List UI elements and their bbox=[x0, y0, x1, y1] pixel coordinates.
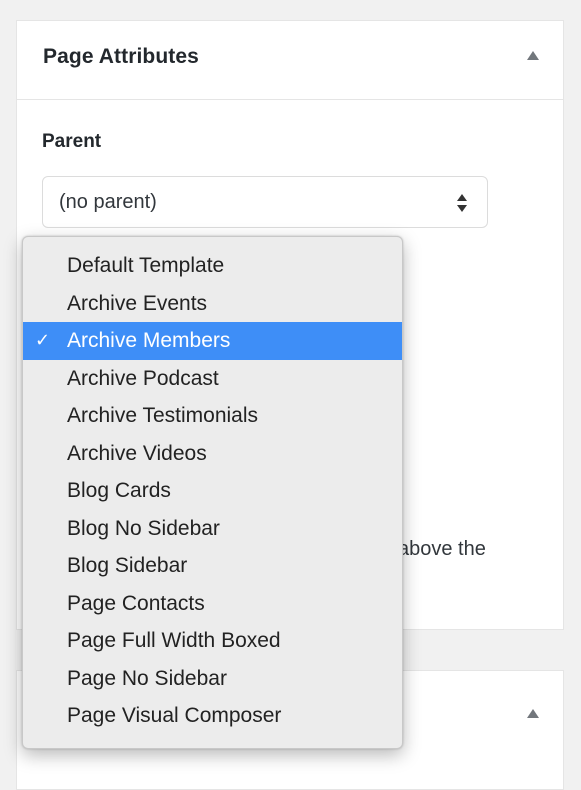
dropdown-option[interactable]: Blog Sidebar bbox=[23, 547, 402, 585]
up-down-chevron-icon bbox=[457, 194, 467, 212]
parent-select[interactable]: (no parent) bbox=[42, 176, 488, 228]
page-attributes-header[interactable]: Page Attributes bbox=[17, 21, 563, 100]
dropdown-option[interactable]: Archive Podcast bbox=[23, 360, 402, 398]
dropdown-option[interactable]: Archive Testimonials bbox=[23, 397, 402, 435]
dropdown-option-label: Blog No Sidebar bbox=[67, 516, 220, 540]
dropdown-option[interactable]: Blog No Sidebar bbox=[23, 510, 402, 548]
dropdown-option-label: Archive Members bbox=[67, 329, 231, 352]
dropdown-option[interactable]: Page Visual Composer bbox=[23, 697, 402, 735]
parent-select-value: (no parent) bbox=[59, 191, 157, 213]
collapse-toggle-icon[interactable] bbox=[527, 51, 539, 60]
dropdown-option-label: Default Template bbox=[67, 254, 225, 277]
dropdown-option-label: Blog Sidebar bbox=[67, 554, 188, 577]
dropdown-option[interactable]: Default Template bbox=[23, 247, 402, 285]
dropdown-option-label: Page Full Width Boxed bbox=[67, 629, 281, 652]
dropdown-option[interactable]: Archive Events bbox=[23, 285, 402, 323]
dropdown-option-label: Archive Events bbox=[67, 291, 208, 315]
dropdown-option[interactable]: Blog Cards bbox=[23, 472, 402, 510]
panel-title: Page Attributes bbox=[43, 45, 199, 68]
dropdown-option-label: Blog Cards bbox=[67, 479, 171, 502]
dropdown-option-label: Page Visual Composer bbox=[67, 704, 282, 727]
dropdown-option-label: Page No Sidebar bbox=[67, 666, 227, 690]
dropdown-option-label: Archive Podcast bbox=[67, 366, 219, 390]
dropdown-option-label: Archive Testimonials bbox=[67, 404, 259, 427]
dropdown-option[interactable]: Archive Videos bbox=[23, 435, 402, 473]
dropdown-option[interactable]: Page Contacts bbox=[23, 585, 402, 623]
help-text-fragment: above the bbox=[398, 538, 486, 560]
dropdown-option[interactable]: Page No Sidebar bbox=[23, 660, 402, 698]
parent-label: Parent bbox=[42, 131, 102, 152]
dropdown-option-label: Page Contacts bbox=[67, 591, 205, 615]
template-dropdown-menu[interactable]: Default Template Archive Events ✓ Archive M… bbox=[22, 236, 403, 749]
collapse-toggle-icon[interactable] bbox=[527, 709, 539, 718]
dropdown-option[interactable]: Page Full Width Boxed bbox=[23, 622, 402, 660]
dropdown-option[interactable]: ✓ Archive Members bbox=[23, 322, 402, 360]
checkmark-icon: ✓ bbox=[35, 330, 51, 350]
dropdown-option-label: Archive Videos bbox=[67, 441, 207, 465]
